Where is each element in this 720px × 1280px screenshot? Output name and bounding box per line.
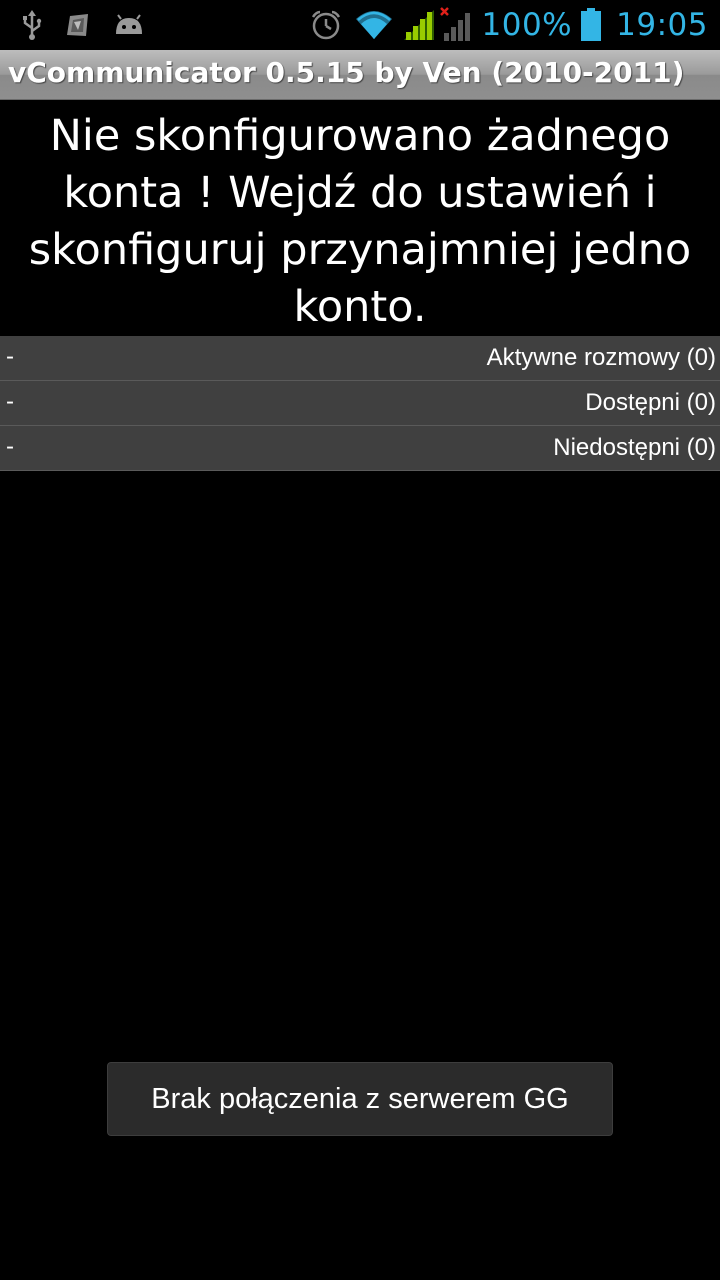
status-bar: 100% 19:05 (0, 0, 720, 50)
group-collapse-toggle: - (6, 433, 14, 460)
android-debug-icon (114, 14, 144, 36)
app-notification-icon (64, 12, 92, 38)
group-label: Aktywne rozmowy (0) (486, 344, 716, 371)
toast-message: Brak połączenia z serwerem GG (151, 1082, 569, 1115)
title-bar: vCommunicator 0.5.15 by Ven (2010-2011) (0, 50, 720, 100)
contact-group-list: - Aktywne rozmowy (0) - Dostępni (0) - N… (0, 336, 720, 471)
no-account-message: Nie skonfigurowano żadnego konta ! Wejdź… (28, 111, 692, 332)
status-bar-notifications (22, 10, 144, 40)
signal-icon (402, 8, 436, 42)
alarm-clock-icon (310, 9, 342, 41)
group-unavailable[interactable]: - Niedostępni (0) (0, 426, 720, 471)
group-active-chats[interactable]: - Aktywne rozmowy (0) (0, 336, 720, 381)
group-collapse-toggle: - (6, 343, 14, 370)
signal-no-service-icon (439, 7, 474, 43)
status-bar-system: 100% 19:05 (310, 6, 708, 44)
usb-icon (22, 10, 42, 40)
app-title: vCommunicator 0.5.15 by Ven (2010-2011) (8, 56, 685, 89)
group-available[interactable]: - Dostępni (0) (0, 381, 720, 426)
group-label: Niedostępni (0) (553, 434, 716, 461)
connection-toast: Brak połączenia z serwerem GG (107, 1062, 613, 1136)
group-collapse-toggle: - (6, 388, 14, 415)
wifi-icon (354, 9, 394, 41)
battery-percent: 100% (481, 7, 573, 43)
group-label: Dostępni (0) (585, 389, 716, 416)
clock: 19:05 (616, 7, 708, 43)
battery-icon (580, 8, 602, 42)
screen: 100% 19:05 vCommunicator 0.5.15 by Ven (… (0, 0, 720, 1280)
